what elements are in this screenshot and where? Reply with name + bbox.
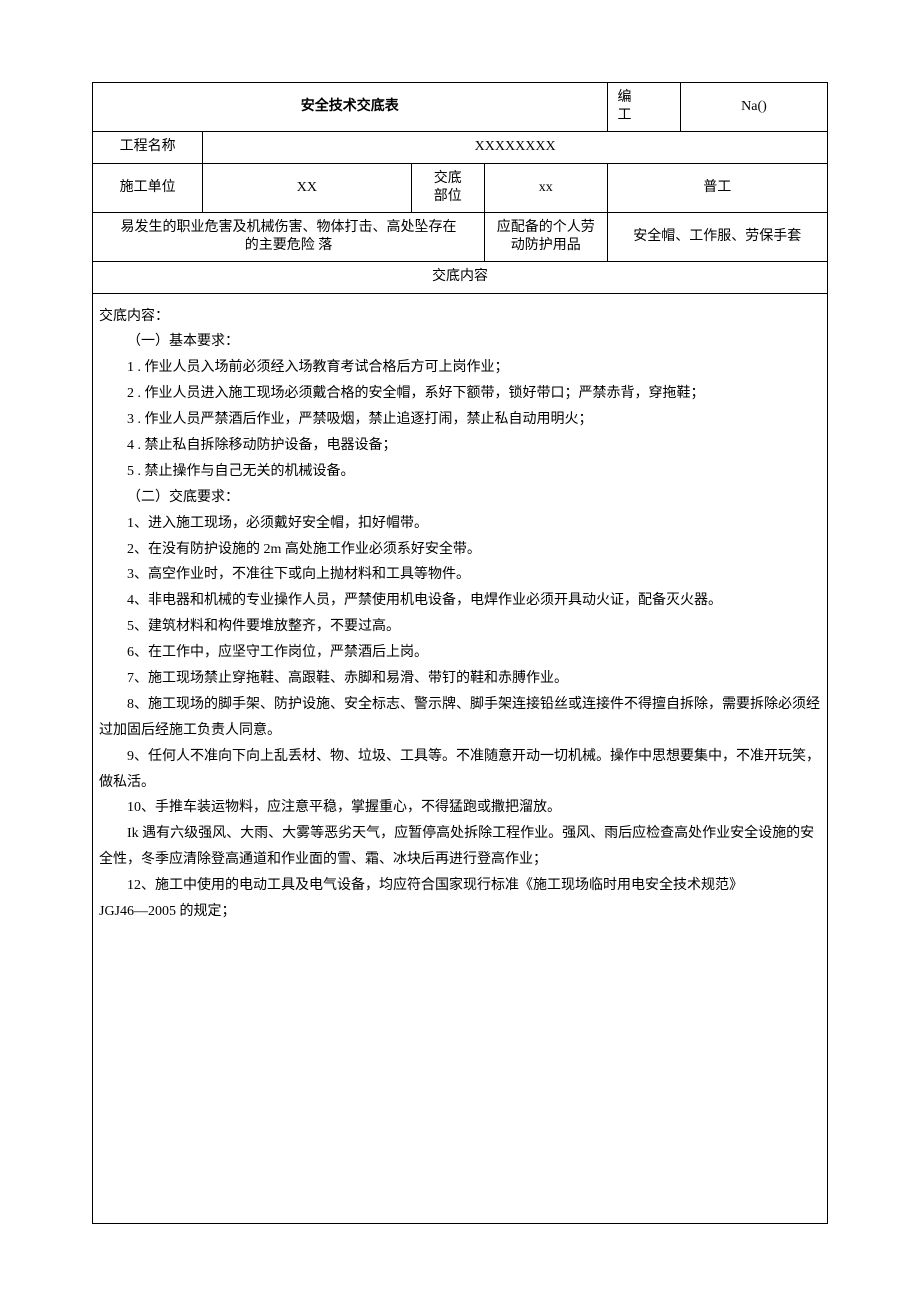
job-value: 普工 bbox=[607, 163, 828, 212]
part-value: xx bbox=[485, 163, 608, 212]
part-label: 交底 部位 bbox=[411, 163, 485, 212]
ppe-label: 应配备的个人劳 动防护用品 bbox=[485, 212, 608, 261]
ppe-value: 安全帽、工作服、劳保手套 bbox=[607, 212, 828, 261]
code-value: Na() bbox=[681, 83, 828, 132]
p11: Ik 遇有六级强风、大雨、大雾等恶劣天气，应暂停高处拆除工程作业。强风、雨后应检… bbox=[99, 821, 821, 873]
sub1-item: 1 . 作业人员入场前必须经入场教育考试合格后方可上岗作业； bbox=[99, 355, 821, 381]
sub2-title: （二）交底要求： bbox=[99, 485, 821, 511]
sub1-item: 3 . 作业人员严禁酒后作业，严禁吸烟，禁止追逐打闹，禁止私自动用明火； bbox=[99, 407, 821, 433]
p8: 8、施工现场的脚手架、防护设施、安全标志、警示牌、脚手架连接铅丝或连接件不得擅自… bbox=[99, 692, 821, 744]
hazard-label: 易发生的职业危害及机械伤害、物体打击、高处坠存在 的主要危险 落 bbox=[93, 212, 485, 261]
project-value: XXXXXXXX bbox=[203, 132, 828, 163]
sub1-title: （一）基本要求： bbox=[99, 329, 821, 355]
content-header-label: 交底内容 bbox=[93, 262, 828, 293]
p12b: JGJ46—2005 的规定； bbox=[99, 899, 821, 925]
code-label: 编 工 bbox=[607, 83, 681, 132]
sub1-item: 2 . 作业人员进入施工现场必须戴合格的安全帽，系好下额带，锁好带口；严禁赤背，… bbox=[99, 381, 821, 407]
sub2-item: 4、非电器和机械的专业操作人员，严禁使用机电设备，电焊作业必须开具动火证，配备灭… bbox=[99, 588, 821, 614]
sub2-item: 3、高空作业时，不准往下或向上抛材料和工具等物件。 bbox=[99, 562, 821, 588]
unit-value: XX bbox=[203, 163, 411, 212]
sub2-item: 7、施工现场禁止穿拖鞋、高跟鞋、赤脚和易滑、带钉的鞋和赤膊作业。 bbox=[99, 666, 821, 692]
sub2-item: 2、在没有防护设施的 2m 高处施工作业必须系好安全带。 bbox=[99, 537, 821, 563]
sub2-item: 5、建筑材料和构件要堆放整齐，不要过高。 bbox=[99, 614, 821, 640]
sub2-item: 6、在工作中，应坚守工作岗位，严禁酒后上岗。 bbox=[99, 640, 821, 666]
section-title: 交底内容： bbox=[99, 304, 821, 330]
p10: 10、手推车装运物料，应注意平稳，掌握重心，不得猛跑或撒把溜放。 bbox=[99, 795, 821, 821]
form-title: 安全技术交底表 bbox=[93, 83, 608, 132]
sub2-item: 1、进入施工现场，必须戴好安全帽，扣好帽带。 bbox=[99, 511, 821, 537]
project-label: 工程名称 bbox=[93, 132, 203, 163]
p12a: 12、施工中使用的电动工具及电气设备，均应符合国家现行标准《施工现场临时用电安全… bbox=[99, 873, 821, 899]
form-header-table: 安全技术交底表 编 工 Na() 工程名称 XXXXXXXX 施工单位 XX 交… bbox=[92, 82, 828, 294]
unit-label: 施工单位 bbox=[93, 163, 203, 212]
content-body: 交底内容： （一）基本要求： 1 . 作业人员入场前必须经入场教育考试合格后方可… bbox=[92, 294, 828, 1224]
sub1-item: 5 . 禁止操作与自己无关的机械设备。 bbox=[99, 459, 821, 485]
p9: 9、任何人不准向下向上乱丢材、物、垃圾、工具等。不准随意开动一切机械。操作中思想… bbox=[99, 744, 821, 796]
sub1-item: 4 . 禁止私自拆除移动防护设备，电器设备； bbox=[99, 433, 821, 459]
